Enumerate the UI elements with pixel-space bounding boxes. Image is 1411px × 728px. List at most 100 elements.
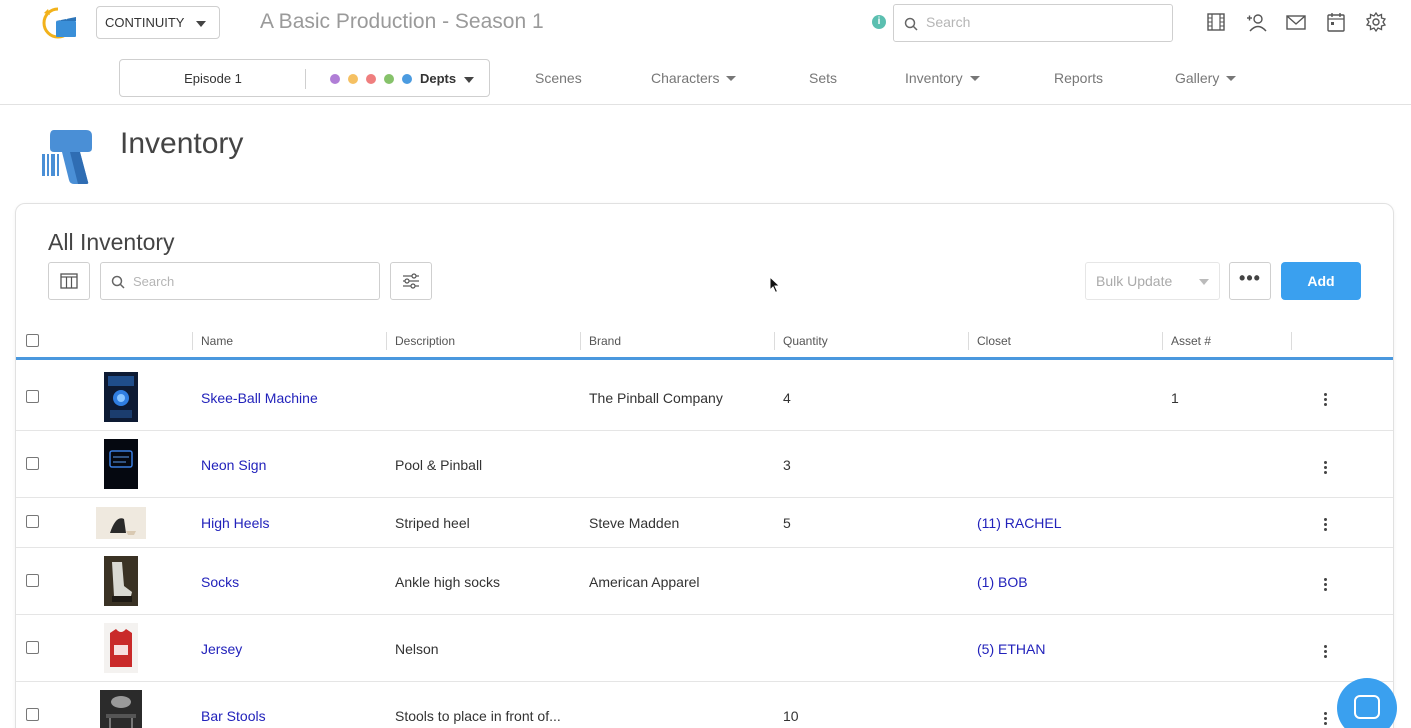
column-resizer[interactable] [1291,332,1292,350]
column-resizer[interactable] [580,332,581,350]
episode-depts-selector: Episode 1 Depts [119,59,490,97]
chevron-down-icon [196,21,206,27]
column-header-closet[interactable]: Closet [977,334,1011,348]
inventory-search[interactable] [100,262,380,300]
item-closet-link[interactable]: (5) ETHAN [977,641,1045,657]
thumbnail-image[interactable] [96,507,146,539]
bulk-update-select[interactable]: Bulk Update [1085,262,1220,300]
add-user-icon[interactable] [1245,11,1267,33]
nav-inventory[interactable]: Inventory [905,70,980,86]
column-header-asset[interactable]: Asset # [1171,334,1211,348]
table-row[interactable]: Neon Sign Pool & Pinball 3 [16,431,1393,498]
gear-icon[interactable] [1365,11,1387,33]
dept-dot [366,74,376,84]
search-icon [111,275,125,289]
bulk-update-label: Bulk Update [1096,273,1173,289]
inventory-search-input[interactable] [133,274,363,289]
sliders-icon [403,273,419,289]
column-header-quantity[interactable]: Quantity [783,334,828,348]
nav-reports[interactable]: Reports [1054,70,1103,86]
inventory-card: All Inventory Bulk Update ••• Add [15,203,1394,728]
global-search-input[interactable] [926,14,1156,30]
thumbnail-image[interactable] [100,690,142,728]
item-quantity: 10 [783,708,799,724]
columns-icon [60,273,78,289]
table-row[interactable]: Bar Stools Stools to place in front of..… [16,682,1393,728]
row-menu-icon[interactable] [1324,712,1328,727]
thumbnail-image[interactable] [104,556,138,606]
depts-select[interactable]: Depts [420,71,456,86]
item-brand: The Pinball Company [589,390,723,406]
table-row[interactable]: Socks Ankle high socks American Apparel … [16,548,1393,615]
chevron-down-icon [464,77,474,83]
more-options-button[interactable]: ••• [1229,262,1271,300]
table-row[interactable]: Skee-Ball Machine The Pinball Company 4 … [16,363,1393,431]
thumbnail-image[interactable] [104,439,138,489]
episode-select[interactable]: Episode 1 [120,71,306,86]
row-menu-icon[interactable] [1324,518,1328,533]
column-header-name[interactable]: Name [201,334,233,348]
item-name-link[interactable]: Neon Sign [201,457,266,473]
dept-dot [384,74,394,84]
row-checkbox[interactable] [26,515,39,528]
row-checkbox[interactable] [26,457,39,470]
calendar-icon[interactable] [1325,11,1347,33]
column-resizer[interactable] [774,332,775,350]
item-description: Striped heel [395,515,470,531]
column-resizer[interactable] [1162,332,1163,350]
row-menu-icon[interactable] [1324,461,1328,476]
item-closet-link[interactable]: (1) BOB [977,574,1028,590]
nav-label: Characters [651,70,720,86]
item-name-link[interactable]: Jersey [201,641,242,657]
nav-scenes[interactable]: Scenes [535,70,582,86]
nav-sets[interactable]: Sets [809,70,837,86]
item-description: Ankle high socks [395,574,501,590]
row-checkbox[interactable] [26,641,39,654]
item-name-link[interactable]: Bar Stools [201,708,266,724]
row-checkbox[interactable] [26,708,39,721]
column-resizer[interactable] [192,332,193,350]
item-closet-link[interactable]: (11) RACHEL [977,515,1062,531]
info-icon[interactable]: i [872,15,886,29]
thumbnail-image[interactable] [104,372,138,422]
row-menu-icon[interactable] [1324,393,1328,408]
table-row[interactable]: High Heels Striped heel Steve Madden 5 (… [16,498,1393,548]
filter-button[interactable] [390,262,432,300]
item-name-link[interactable]: High Heels [201,515,269,531]
thumbnail-image[interactable] [104,623,138,673]
nav-characters[interactable]: Characters [651,70,737,86]
search-icon [904,17,918,31]
production-title: A Basic Production - Season 1 [260,10,544,33]
continuity-logo-icon[interactable] [38,5,78,41]
row-checkbox[interactable] [26,390,39,403]
table-header: Name Description Brand Quantity Closet A… [16,324,1393,360]
barcode-scanner-icon [42,130,92,184]
add-button[interactable]: Add [1281,262,1361,300]
column-resizer[interactable] [386,332,387,350]
row-menu-icon[interactable] [1324,578,1328,593]
dept-dot [330,74,340,84]
item-name-link[interactable]: Skee-Ball Machine [201,390,318,406]
select-all-checkbox[interactable] [26,334,39,347]
table-row[interactable]: Jersey Nelson (5) ETHAN [16,615,1393,682]
mail-icon[interactable] [1285,11,1307,33]
module-select[interactable]: CONTINUITY [96,6,220,39]
row-checkbox[interactable] [26,574,39,587]
item-name-link[interactable]: Socks [201,574,239,590]
chevron-down-icon [969,76,980,81]
row-menu-icon[interactable] [1324,645,1328,660]
page-title: Inventory [120,127,244,160]
chevron-down-icon [1199,279,1209,285]
film-icon[interactable] [1205,11,1227,33]
dept-color-dots [330,74,412,84]
nav-label: Reports [1054,70,1104,86]
nav-gallery[interactable]: Gallery [1175,70,1237,86]
column-resizer[interactable] [968,332,969,350]
item-description: Stools to place in front of... [395,708,561,724]
item-asset: 1 [1171,390,1179,406]
top-bar: CONTINUITY A Basic Production - Season 1… [0,0,1411,48]
global-search[interactable] [893,4,1173,42]
columns-button[interactable] [48,262,90,300]
column-header-brand[interactable]: Brand [589,334,621,348]
column-header-description[interactable]: Description [395,334,455,348]
